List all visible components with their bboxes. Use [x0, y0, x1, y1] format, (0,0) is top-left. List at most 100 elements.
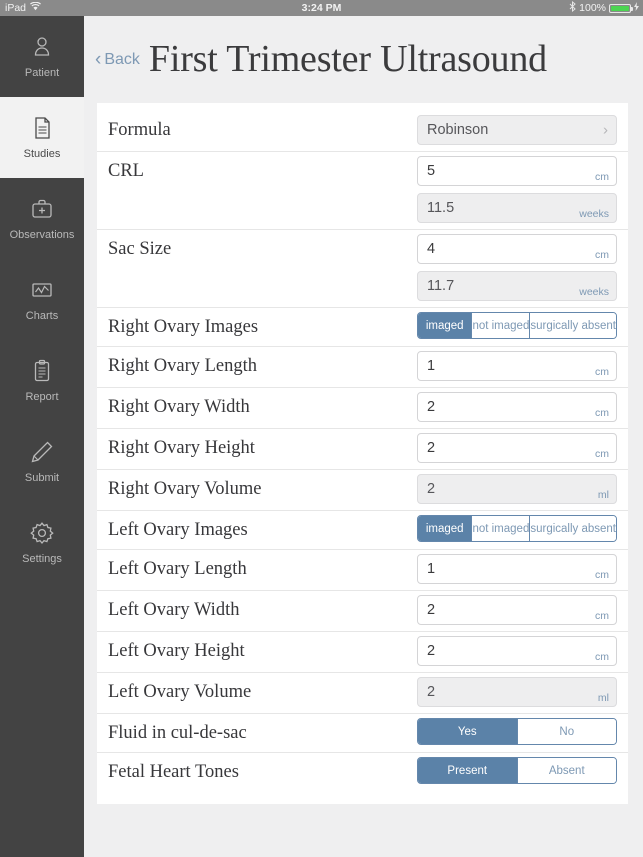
- row-label-left-ovary-width: Left Ovary Width: [108, 600, 240, 620]
- input-field-sac-size-cm[interactable]: 4 cm: [417, 234, 617, 264]
- status-bar-right: 100%: [569, 1, 639, 15]
- form-row-right-ovary-images: Right Ovary Images imaged not imaged surgic…: [97, 307, 628, 346]
- segment-no[interactable]: No: [516, 719, 616, 744]
- medical-bag-icon: [29, 196, 55, 222]
- field-unit-label: cm: [595, 610, 609, 622]
- input-field-crl-cm[interactable]: 5 cm: [417, 156, 617, 186]
- select-formula[interactable]: Robinson ›: [417, 115, 617, 145]
- select-value: Robinson: [427, 122, 489, 138]
- sidebar-item-charts[interactable]: Charts: [0, 259, 84, 340]
- segment-present[interactable]: Present: [418, 758, 517, 783]
- input-field-left-ovary-height-cm[interactable]: 2 cm: [417, 636, 617, 666]
- row-label-fetal-heart-tones: Fetal Heart Tones: [108, 762, 239, 782]
- field-unit-label: ml: [597, 692, 609, 704]
- form-row-crl: CRL 5 cm 11.5 weeks: [97, 151, 628, 229]
- readonly-field-left-ovary-volume-ml: 2 ml: [417, 677, 617, 707]
- sidebar-item-studies[interactable]: Studies: [0, 97, 84, 178]
- field-unit-label: cm: [595, 171, 609, 183]
- gear-icon: [29, 520, 55, 546]
- row-label-right-ovary-images: Right Ovary Images: [108, 317, 259, 337]
- chart-icon: [29, 277, 55, 303]
- form-row-sac-size: Sac Size 4 cm 11.7 weeks: [97, 229, 628, 307]
- sidebar: Patient Studies Observations Charts Repo: [0, 16, 84, 857]
- input-field-left-ovary-width-cm[interactable]: 2 cm: [417, 595, 617, 625]
- field-unit-label: cm: [595, 366, 609, 378]
- input-field-right-ovary-length-cm[interactable]: 1 cm: [417, 351, 617, 381]
- row-label-left-ovary-height: Left Ovary Height: [108, 641, 245, 661]
- input-field-left-ovary-length-cm[interactable]: 1 cm: [417, 554, 617, 584]
- field-unit-label: weeks: [579, 208, 609, 220]
- field-value: 1: [427, 358, 436, 374]
- form-row-fetal-heart-tones: Fetal Heart Tones Present Absent: [97, 752, 628, 791]
- page-header: ‹ Back First Trimester Ultrasound: [84, 16, 643, 102]
- row-control-sac-size: 4 cm 11.7 weeks: [417, 230, 617, 307]
- input-field-right-ovary-width-cm[interactable]: 2 cm: [417, 392, 617, 422]
- row-label-left-ovary-volume: Left Ovary Volume: [108, 682, 252, 702]
- row-label-fluid-in-cul-de-sac: Fluid in cul-de-sac: [108, 723, 247, 743]
- segment-imaged[interactable]: imaged: [418, 313, 472, 338]
- sidebar-item-submit[interactable]: Submit: [0, 421, 84, 502]
- form-row-left-ovary-length: Left Ovary Length 1 cm: [97, 549, 628, 590]
- page-title: First Trimester Ultrasound: [148, 38, 547, 80]
- segment-not-imaged[interactable]: not imaged: [471, 516, 530, 541]
- field-value: 11.7: [427, 278, 455, 294]
- form-row-right-ovary-length: Right Ovary Length 1 cm: [97, 346, 628, 387]
- field-value: 2: [427, 399, 436, 415]
- field-unit-label: ml: [597, 489, 609, 501]
- form-card: Formula Robinson › CRL 5 cm 11.5 weeks Sac Size 4…: [97, 103, 628, 804]
- field-value: 11.5: [427, 200, 455, 216]
- input-field-right-ovary-height-cm[interactable]: 2 cm: [417, 433, 617, 463]
- segment-imaged[interactable]: imaged: [418, 516, 472, 541]
- form-row-left-ovary-images: Left Ovary Images imaged not imaged surgica…: [97, 510, 628, 549]
- sidebar-label-charts: Charts: [25, 310, 59, 322]
- form-row-left-ovary-volume: Left Ovary Volume 2 ml: [97, 672, 628, 713]
- battery-icon: [609, 3, 633, 13]
- segmented-control-fluid-in-cul-de-sac: Yes No: [417, 718, 617, 745]
- segment-absent[interactable]: Absent: [516, 758, 616, 783]
- segment-not-imaged[interactable]: not imaged: [471, 313, 530, 338]
- row-control-left-ovary-width: 2 cm: [417, 591, 617, 631]
- field-value: 2: [427, 684, 436, 700]
- row-label-sac-size: Sac Size: [108, 239, 172, 259]
- field-unit-label: cm: [595, 448, 609, 460]
- back-button-label: Back: [104, 51, 140, 68]
- row-control-right-ovary-volume: 2 ml: [417, 470, 617, 510]
- row-label-right-ovary-volume: Right Ovary Volume: [108, 479, 262, 499]
- form-row-left-ovary-width: Left Ovary Width 2 cm: [97, 590, 628, 631]
- row-control-crl: 5 cm 11.5 weeks: [417, 152, 617, 229]
- sidebar-label-settings: Settings: [22, 553, 62, 565]
- battery-percent: 100%: [579, 2, 606, 14]
- field-value: 5: [427, 163, 436, 179]
- readonly-field-sac-size-weeks: 11.7 weeks: [417, 271, 617, 301]
- app-root: iPad 3:24 PM 100% Patient Studies Observ…: [0, 0, 643, 857]
- field-value: 1: [427, 561, 436, 577]
- row-control-left-ovary-images: imaged not imaged surgically absent: [417, 511, 617, 548]
- field-value: 2: [427, 643, 436, 659]
- pencil-icon: [29, 439, 55, 465]
- bluetooth-icon: [569, 1, 576, 15]
- segment-surgically-absent[interactable]: surgically absent: [529, 313, 616, 338]
- sidebar-item-patient[interactable]: Patient: [0, 16, 84, 97]
- segmented-control-fetal-heart-tones: Present Absent: [417, 757, 617, 784]
- field-unit-label: weeks: [579, 286, 609, 298]
- sidebar-item-observations[interactable]: Observations: [0, 178, 84, 259]
- document-icon: [29, 115, 55, 141]
- chevron-right-icon: ›: [603, 121, 608, 139]
- sidebar-label-observations: Observations: [9, 229, 75, 241]
- sidebar-item-settings[interactable]: Settings: [0, 502, 84, 583]
- sidebar-item-report[interactable]: Report: [0, 340, 84, 421]
- field-value: 2: [427, 602, 436, 618]
- row-control-left-ovary-length: 1 cm: [417, 550, 617, 590]
- readonly-field-crl-weeks: 11.5 weeks: [417, 193, 617, 223]
- status-bar: iPad 3:24 PM 100%: [0, 0, 643, 16]
- sidebar-label-submit: Submit: [24, 472, 60, 484]
- row-control-right-ovary-height: 2 cm: [417, 429, 617, 469]
- back-button[interactable]: ‹ Back: [95, 49, 140, 69]
- sidebar-label-report: Report: [25, 391, 59, 403]
- segment-surgically-absent[interactable]: surgically absent: [529, 516, 616, 541]
- sidebar-label-patient: Patient: [24, 67, 60, 79]
- field-value: 2: [427, 440, 436, 456]
- sidebar-label-studies: Studies: [23, 148, 61, 160]
- readonly-field-right-ovary-volume-ml: 2 ml: [417, 474, 617, 504]
- segment-yes[interactable]: Yes: [418, 719, 517, 744]
